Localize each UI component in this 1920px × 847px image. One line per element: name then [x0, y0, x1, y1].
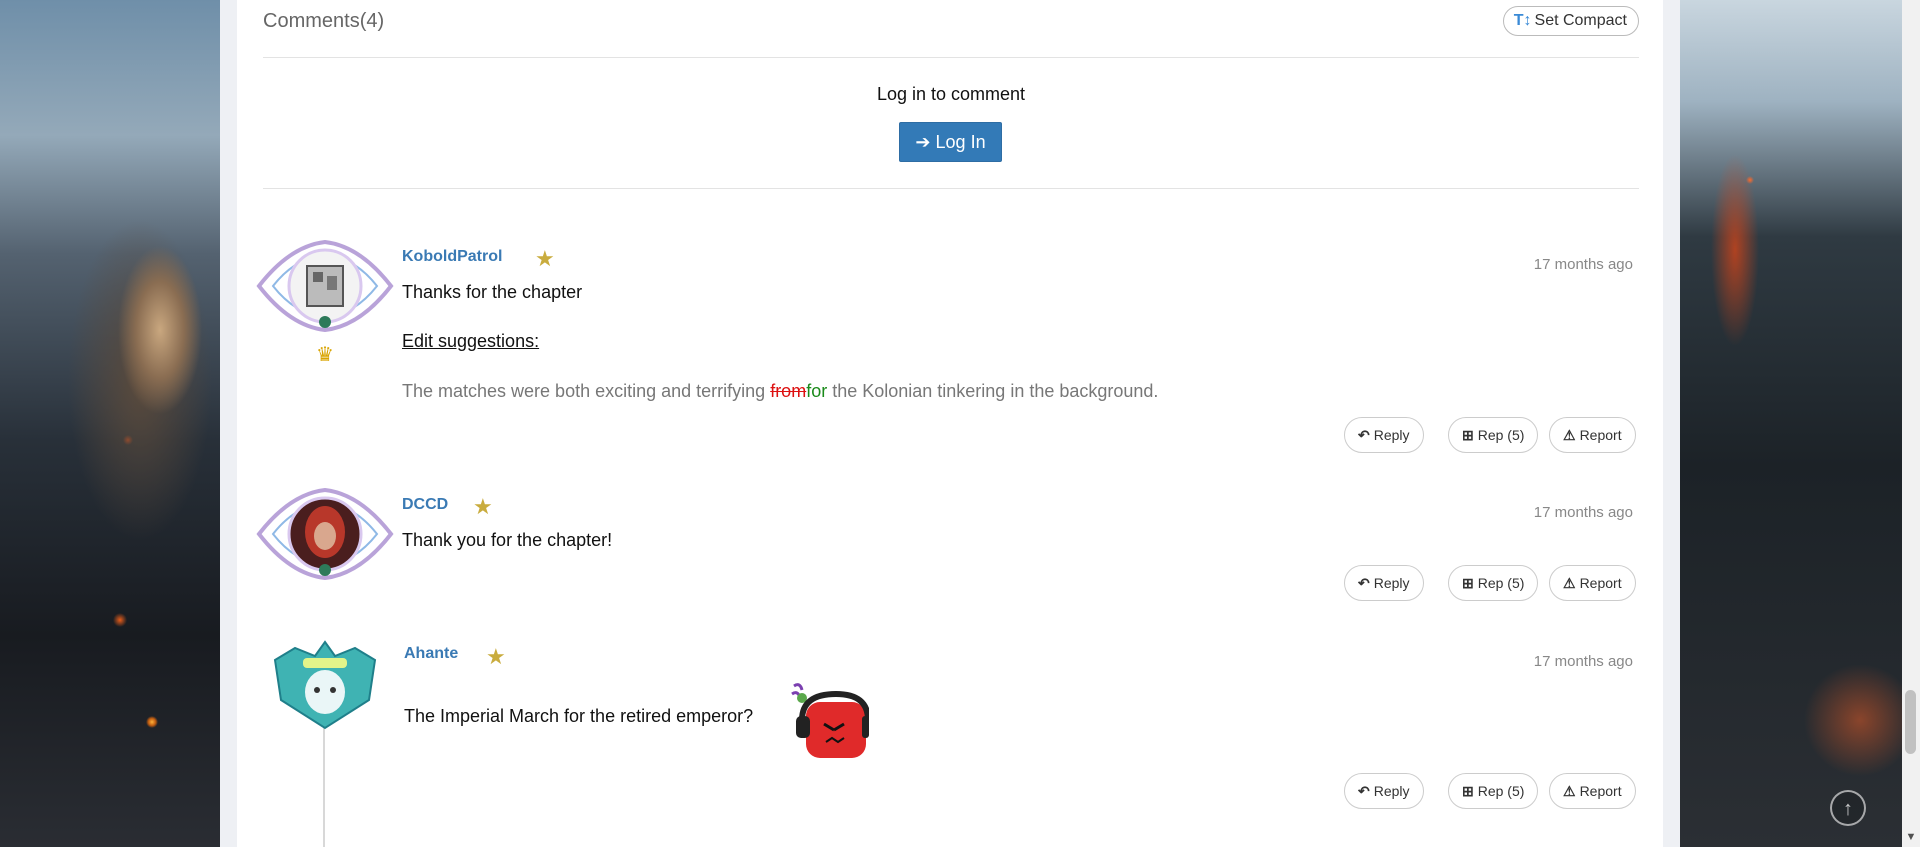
login-button-label: Log In [935, 132, 986, 152]
headphones-emote-icon [784, 680, 871, 763]
scrollbar-thumb[interactable] [1905, 690, 1916, 754]
star-icon: ★ [486, 644, 506, 669]
rep-label: Rep (5) [1477, 575, 1525, 591]
rep-button[interactable]: ⊞ Rep (5) [1448, 565, 1539, 601]
rep-label: Rep (5) [1477, 783, 1525, 799]
comment-text: Thank you for the chapter! [402, 530, 613, 550]
comments-title: Comments(4) [263, 10, 385, 32]
comment-username[interactable]: Ahante [404, 645, 458, 663]
thread-line [323, 718, 325, 847]
sign-in-icon: ➔ [915, 132, 931, 152]
login-prompt: Log in to comment [876, 84, 1026, 104]
avatar[interactable] [255, 236, 395, 336]
plus-square-icon: ⊞ [1462, 427, 1474, 443]
reply-icon: ↶ [1358, 783, 1370, 799]
content-panel: Comments(4) T↕ Set Compact Log in to comm… [220, 0, 1680, 847]
comments-card: Comments(4) T↕ Set Compact Log in to comm… [237, 0, 1663, 847]
warning-icon: ⚠ [1563, 783, 1576, 799]
comment-timestamp[interactable]: 17 months ago [1534, 504, 1633, 521]
avatar[interactable] [255, 484, 395, 584]
reply-icon: ↶ [1358, 427, 1370, 443]
edit-suggestions-heading: Edit suggestions: [402, 331, 540, 351]
scroll-to-top-icon[interactable]: ↑ [1830, 790, 1866, 826]
reply-button[interactable]: ↶ Reply [1344, 773, 1424, 809]
comment-text: The Imperial March for the retired emper… [404, 706, 754, 726]
divider [263, 57, 1639, 58]
reply-label: Reply [1373, 427, 1410, 443]
reply-icon: ↶ [1358, 575, 1370, 591]
text-height-icon: T↕ [1513, 12, 1532, 29]
set-compact-label: Set Compact [1534, 12, 1627, 29]
login-button[interactable]: ➔ Log In [899, 122, 1002, 162]
comment-username[interactable]: KoboldPatrol [402, 248, 502, 266]
comment-timestamp[interactable]: 17 months ago [1534, 256, 1633, 273]
plus-square-icon: ⊞ [1462, 783, 1474, 799]
background-art-left [0, 0, 220, 847]
warning-icon: ⚠ [1563, 427, 1576, 443]
crown-icon: ♛ [316, 344, 334, 366]
report-label: Report [1579, 783, 1622, 799]
rep-button[interactable]: ⊞ Rep (5) [1448, 417, 1539, 453]
suggestion-context-before: The matches were both exciting and terri… [402, 381, 771, 401]
rep-button[interactable]: ⊞ Rep (5) [1448, 773, 1539, 809]
divider [263, 188, 1639, 189]
suggestion-context-after: the Kolonian tinkering in the background… [827, 381, 1159, 401]
report-label: Report [1579, 575, 1622, 591]
warning-icon: ⚠ [1563, 575, 1576, 591]
plus-square-icon: ⊞ [1462, 575, 1474, 591]
suggestion-deleted-word: from [770, 381, 807, 401]
rep-label: Rep (5) [1477, 427, 1525, 443]
edit-suggestion-text: The matches were both exciting and terri… [402, 381, 1158, 402]
comment-timestamp[interactable]: 17 months ago [1534, 653, 1633, 670]
comment-username[interactable]: DCCD [402, 496, 448, 514]
reply-button[interactable]: ↶ Reply [1344, 417, 1424, 453]
reply-button[interactable]: ↶ Reply [1344, 565, 1424, 601]
report-button[interactable]: ⚠ Report [1549, 417, 1636, 453]
reply-label: Reply [1373, 575, 1410, 591]
report-button[interactable]: ⚠ Report [1549, 773, 1636, 809]
set-compact-button[interactable]: T↕ Set Compact [1502, 6, 1639, 36]
background-art-right [1680, 0, 1902, 847]
report-label: Report [1579, 427, 1622, 443]
scroll-down-arrow-icon[interactable]: ▼ [1904, 830, 1918, 844]
reply-label: Reply [1373, 783, 1410, 799]
star-icon: ★ [473, 494, 493, 519]
report-button[interactable]: ⚠ Report [1549, 565, 1636, 601]
comment-text: Thanks for the chapter [402, 282, 583, 302]
suggestion-inserted-word: for [806, 381, 828, 401]
avatar[interactable] [265, 640, 385, 730]
star-icon: ★ [535, 246, 555, 271]
